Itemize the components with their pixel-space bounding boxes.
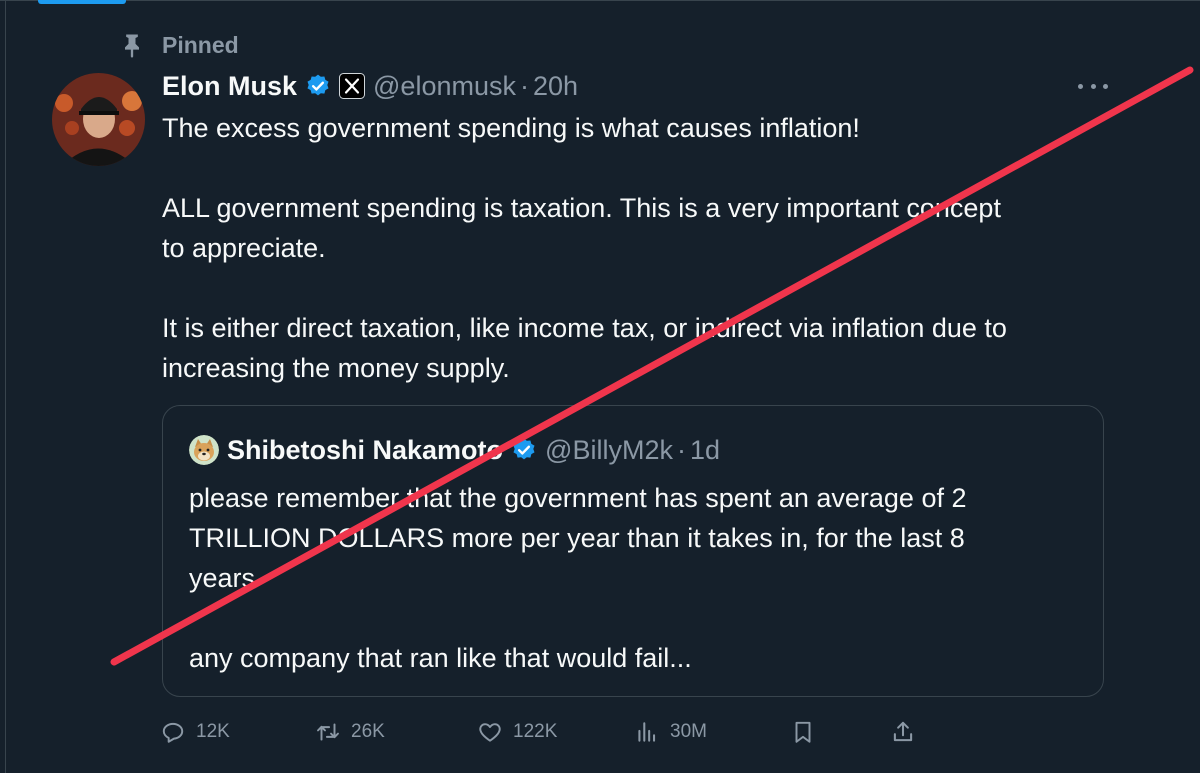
views-count: 30M [670, 721, 707, 742]
more-dot [1090, 83, 1096, 89]
repost-count: 26K [351, 721, 385, 742]
top-divider [0, 0, 1200, 1]
more-dot [1078, 83, 1083, 89]
like-button[interactable]: 122K [477, 716, 557, 748]
author-avatar[interactable] [52, 73, 145, 166]
verified-badge-icon[interactable] [511, 437, 537, 463]
left-border [5, 0, 6, 773]
tweet-timestamp[interactable]: 20h [533, 71, 578, 102]
header-separator: · [519, 70, 529, 101]
views-button[interactable]: 30M [634, 716, 707, 748]
pinned-text: Pinned [162, 31, 239, 58]
share-button[interactable] [890, 716, 926, 748]
quote-line: TRILLION DOLLARS more per year than it t… [189, 523, 965, 553]
heart-icon [479, 723, 501, 742]
bookmark-button[interactable] [790, 716, 826, 748]
pinned-label: Pinned [118, 30, 239, 60]
author-name[interactable]: Elon Musk [162, 71, 297, 102]
more-icon[interactable] [1078, 76, 1108, 96]
quote-line: please remember that the government has … [189, 483, 967, 513]
quote-text: please remember that the government has … [189, 478, 1069, 678]
active-tab-indicator [38, 0, 126, 4]
bookmark-icon [795, 721, 811, 743]
quote-header: Shibetoshi Nakamoto @BillyM2k · 1d [189, 432, 720, 468]
tweet-line: ALL government spending is taxation. Thi… [162, 193, 1001, 223]
tweet-text: The excess government spending is what c… [162, 108, 1122, 388]
repost-button[interactable]: 26K [315, 716, 385, 748]
more-dot [1103, 83, 1108, 89]
quote-author-name[interactable]: Shibetoshi Nakamoto [227, 435, 503, 466]
reply-icon [162, 722, 184, 743]
share-icon [893, 721, 913, 742]
reply-count: 12K [196, 721, 230, 742]
quote-timestamp[interactable]: 1d [690, 435, 720, 466]
quote-header-separator: · [676, 434, 686, 465]
tweet-line: The excess government spending is what c… [162, 113, 860, 143]
tweet-header: Elon Musk @elonmusk · 20h [162, 68, 578, 104]
pin-icon [118, 31, 146, 59]
tweet-line: to appreciate. [162, 233, 326, 263]
quoted-tweet[interactable]: Shibetoshi Nakamoto @BillyM2k · 1d pleas… [162, 405, 1104, 697]
repost-icon [317, 723, 339, 741]
quote-line: any company that ran like that would fai… [189, 643, 692, 673]
tweet-line: increasing the money supply. [162, 353, 510, 383]
tweet-line: It is either direct taxation, like incom… [162, 313, 1007, 343]
x-logo-icon[interactable] [339, 73, 366, 99]
quote-line: years [189, 563, 256, 593]
like-count: 122K [513, 721, 558, 742]
quote-author-avatar[interactable] [189, 435, 219, 465]
reply-button[interactable]: 12K [160, 716, 230, 748]
views-icon [638, 722, 656, 742]
verified-badge-icon[interactable] [305, 73, 331, 99]
author-handle[interactable]: @elonmusk [373, 71, 516, 102]
quote-author-handle[interactable]: @BillyM2k [545, 435, 673, 466]
tweet-actions: 12K 26K 122K 30M [160, 716, 920, 748]
